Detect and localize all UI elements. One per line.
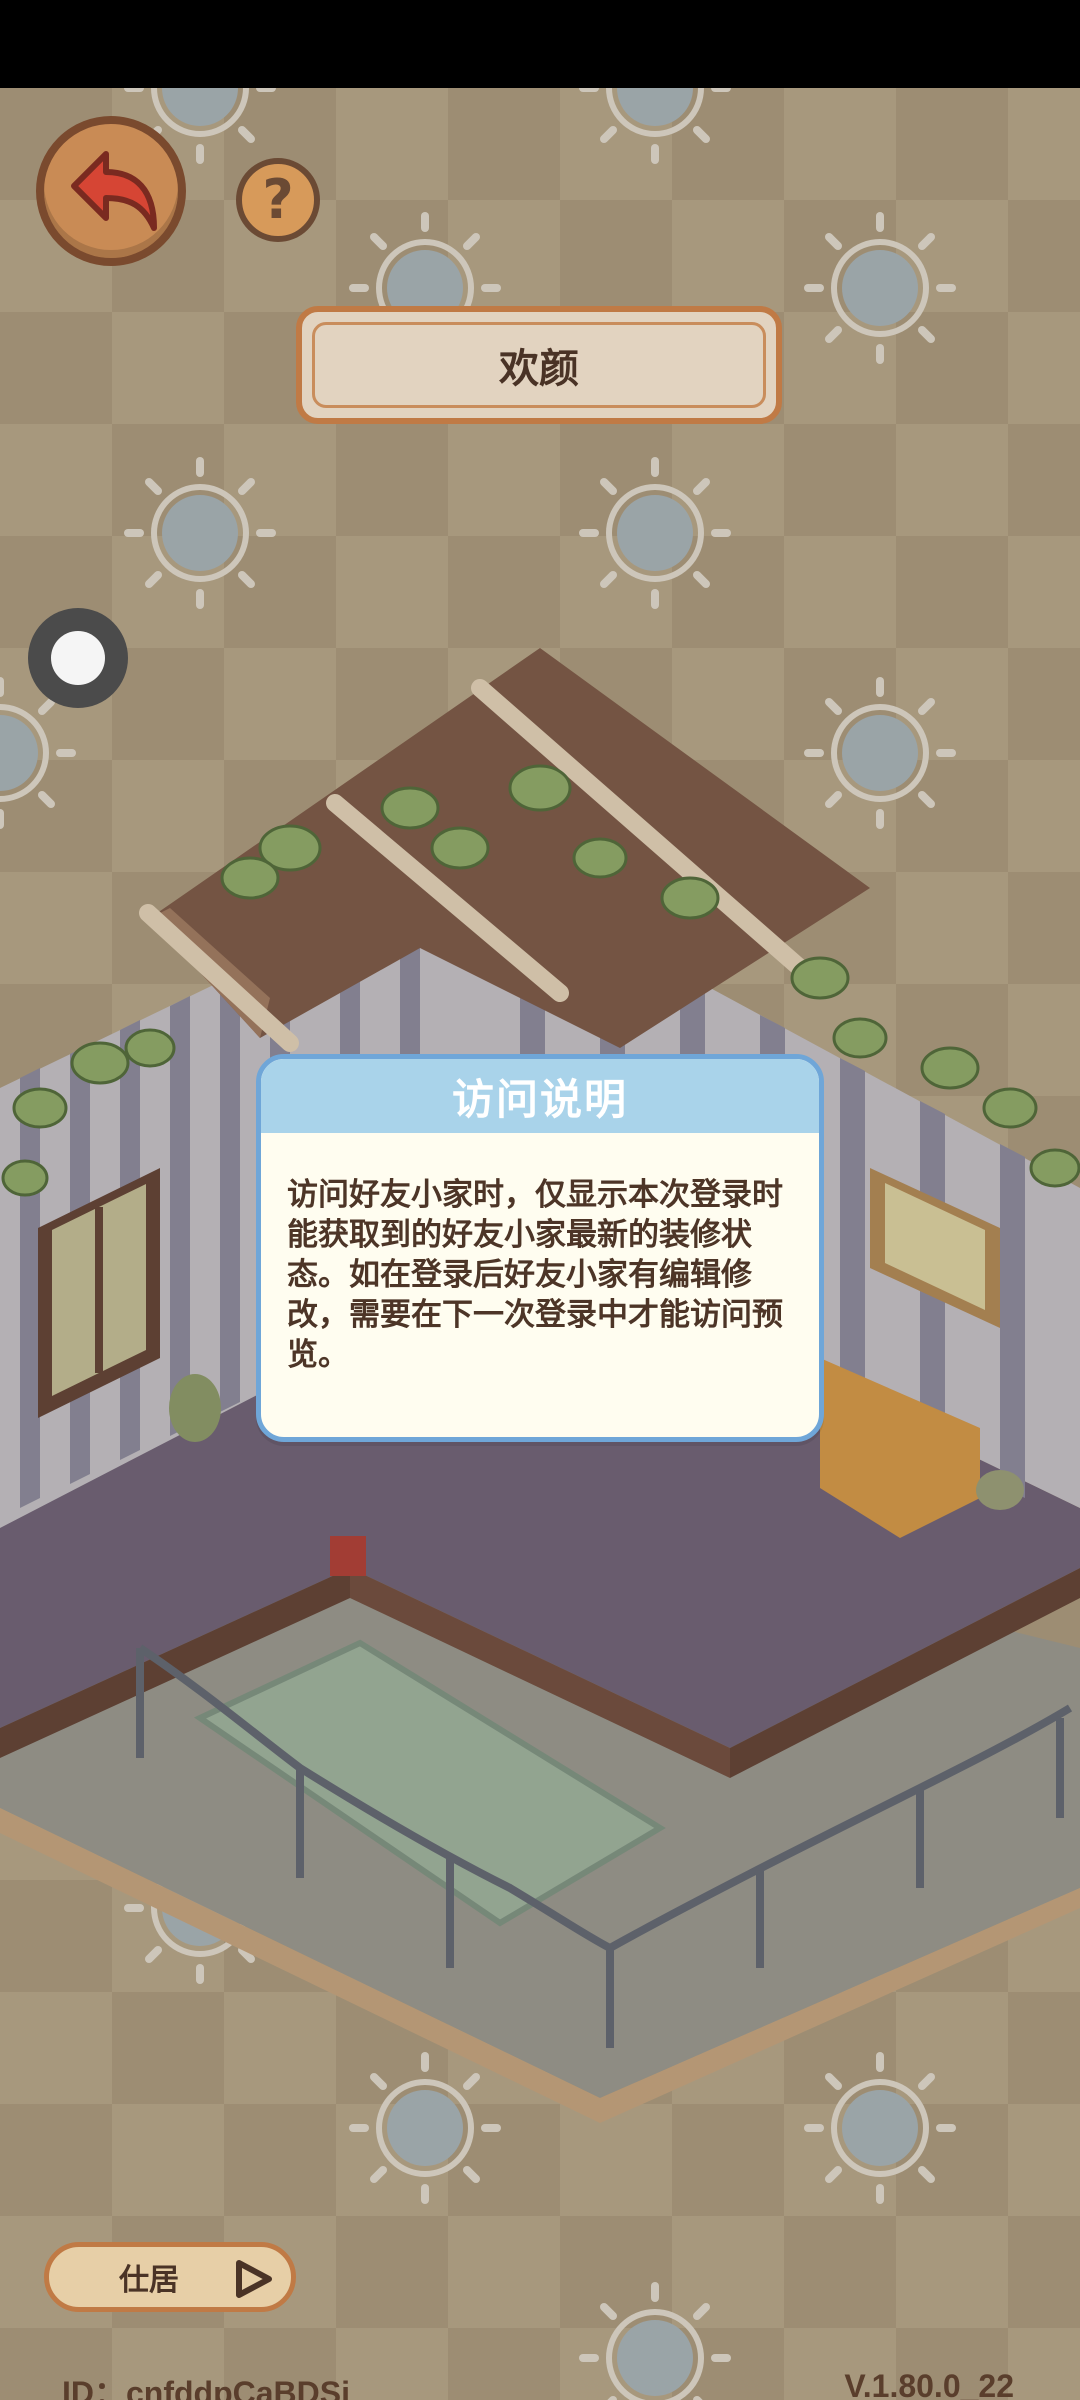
move-in-button[interactable]: 仕居 (44, 2242, 296, 2312)
friend-name: 欢颜 (499, 346, 579, 392)
dialog-title: 访问说明 (451, 1074, 628, 1124)
floating-assist-button[interactable] (28, 608, 128, 708)
game-scene[interactable]: ? 欢颜 访问说明 访问好友小家时，仅显示本次登录时能获取到的好友小家最新的装修… (0, 88, 1080, 2400)
player-id: ID：cnfddpCaBDSj (62, 2375, 351, 2400)
status-bar (0, 0, 1080, 88)
back-button[interactable] (36, 116, 186, 266)
friend-name-plate: 欢颜 (296, 306, 782, 424)
play-arrow-icon (236, 2260, 272, 2298)
move-in-label: 仕居 (119, 2263, 179, 2298)
back-arrow-icon (71, 151, 157, 231)
visit-notice-dialog[interactable]: 访问说明 访问好友小家时，仅显示本次登录时能获取到的好友小家最新的装修状态。如在… (256, 1054, 824, 1442)
version-label: V.1.80.0_22 (844, 2368, 1014, 2400)
dialog-header: 访问说明 (261, 1059, 819, 1133)
dialog-body-text: 访问好友小家时，仅显示本次登录时能获取到的好友小家最新的装修状态。如在登录后好友… (287, 1177, 783, 1373)
question-icon: ? (262, 168, 294, 231)
floating-assist-icon (51, 631, 105, 685)
help-button[interactable]: ? (236, 158, 320, 242)
